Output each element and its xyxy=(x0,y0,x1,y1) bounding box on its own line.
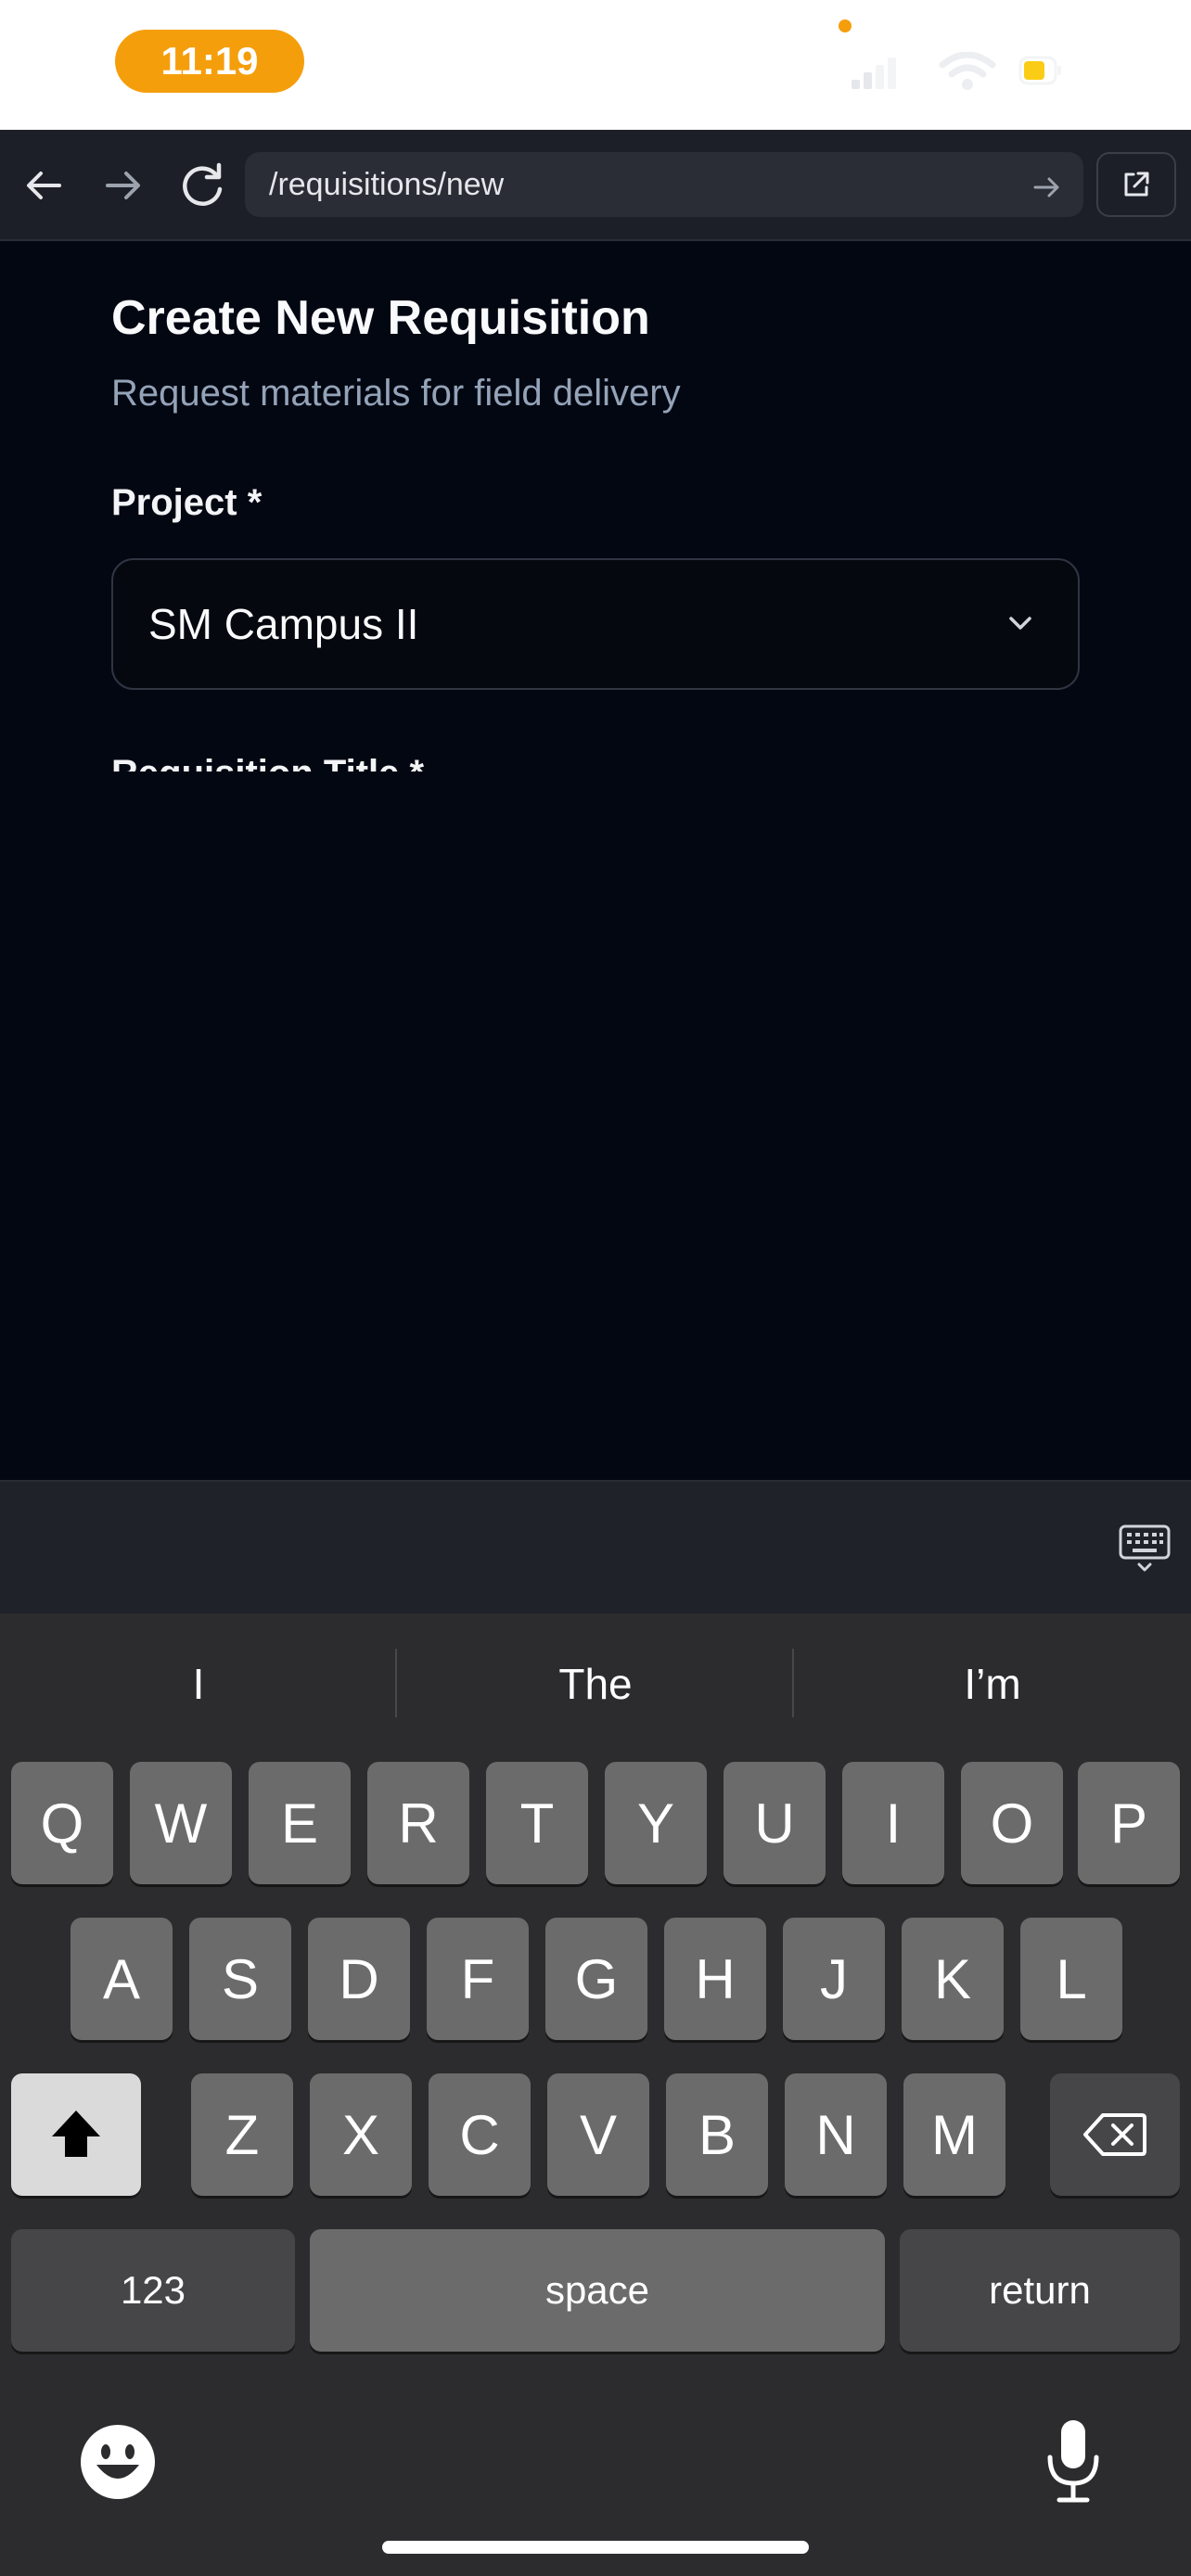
requisition-title-label: Requisition Title * xyxy=(111,747,761,772)
key-y[interactable]: Y xyxy=(605,1762,707,1884)
project-select-value[interactable]: SM Campus II xyxy=(148,597,418,651)
reload-icon[interactable] xyxy=(173,156,232,215)
key-j[interactable]: J xyxy=(783,1918,885,2040)
wifi-icon xyxy=(939,52,996,90)
suggestion-3[interactable]: I’m xyxy=(798,1647,1187,1721)
key-w[interactable]: W xyxy=(130,1762,232,1884)
return-key[interactable]: return xyxy=(900,2229,1180,2352)
page-subtitle: Request materials for field delivery xyxy=(111,373,681,414)
key-o[interactable]: O xyxy=(961,1762,1063,1884)
emoji-icon[interactable] xyxy=(78,2422,158,2502)
battery-low-power-icon xyxy=(1018,56,1061,85)
key-q[interactable]: Q xyxy=(11,1762,113,1884)
status-time: 11:19 xyxy=(115,30,304,93)
key-n[interactable]: N xyxy=(785,2073,887,2196)
suggestion-divider xyxy=(395,1649,397,1717)
requisition-title-label-clip: Requisition Title * xyxy=(111,747,761,772)
suggestion-2[interactable]: The xyxy=(401,1647,790,1721)
shift-key[interactable] xyxy=(11,2073,141,2196)
keyboard-dismiss-icon[interactable] xyxy=(1117,1521,1172,1576)
home-indicator xyxy=(382,2541,809,2554)
space-key[interactable]: space xyxy=(310,2229,885,2352)
key-r[interactable]: R xyxy=(367,1762,469,1884)
key-m[interactable]: M xyxy=(903,2073,1005,2196)
key-s[interactable]: S xyxy=(189,1918,291,2040)
key-v[interactable]: V xyxy=(547,2073,649,2196)
key-e[interactable]: E xyxy=(249,1762,351,1884)
open-external-icon xyxy=(1124,172,1149,197)
backspace-icon xyxy=(1083,2113,1146,2156)
back-arrow-icon[interactable] xyxy=(17,158,72,213)
shift-arrow-icon xyxy=(52,2111,100,2157)
key-p[interactable]: P xyxy=(1078,1762,1180,1884)
forward-arrow-icon[interactable] xyxy=(95,158,150,213)
go-arrow-icon[interactable] xyxy=(1028,169,1065,206)
privacy-indicator-dot xyxy=(839,19,852,32)
microphone-icon[interactable] xyxy=(1043,2417,1104,2506)
key-k[interactable]: K xyxy=(902,1918,1004,2040)
suggestion-divider xyxy=(792,1649,794,1717)
key-f[interactable]: F xyxy=(427,1918,529,2040)
key-h[interactable]: H xyxy=(664,1918,766,2040)
key-g[interactable]: G xyxy=(545,1918,647,2040)
cellular-signal-icon xyxy=(852,57,896,89)
numbers-key[interactable]: 123 xyxy=(11,2229,295,2352)
key-d[interactable]: D xyxy=(308,1918,410,2040)
keyboard-accessory-bar xyxy=(0,1480,1191,1615)
url-text[interactable]: /requisitions/new xyxy=(269,163,504,206)
chevron-down-icon[interactable] xyxy=(1002,605,1039,642)
delete-key[interactable] xyxy=(1050,2073,1180,2196)
key-a[interactable]: A xyxy=(70,1918,173,2040)
key-c[interactable]: C xyxy=(429,2073,531,2196)
key-z[interactable]: Z xyxy=(191,2073,293,2196)
page-title: Create New Requisition xyxy=(111,291,650,345)
suggestion-1[interactable]: I xyxy=(4,1647,393,1721)
key-l[interactable]: L xyxy=(1020,1918,1122,2040)
project-label: Project * xyxy=(111,482,263,523)
key-t[interactable]: T xyxy=(486,1762,588,1884)
key-u[interactable]: U xyxy=(724,1762,826,1884)
key-x[interactable]: X xyxy=(310,2073,412,2196)
key-b[interactable]: B xyxy=(666,2073,768,2196)
key-i[interactable]: I xyxy=(842,1762,944,1884)
open-external-button[interactable] xyxy=(1096,152,1176,217)
